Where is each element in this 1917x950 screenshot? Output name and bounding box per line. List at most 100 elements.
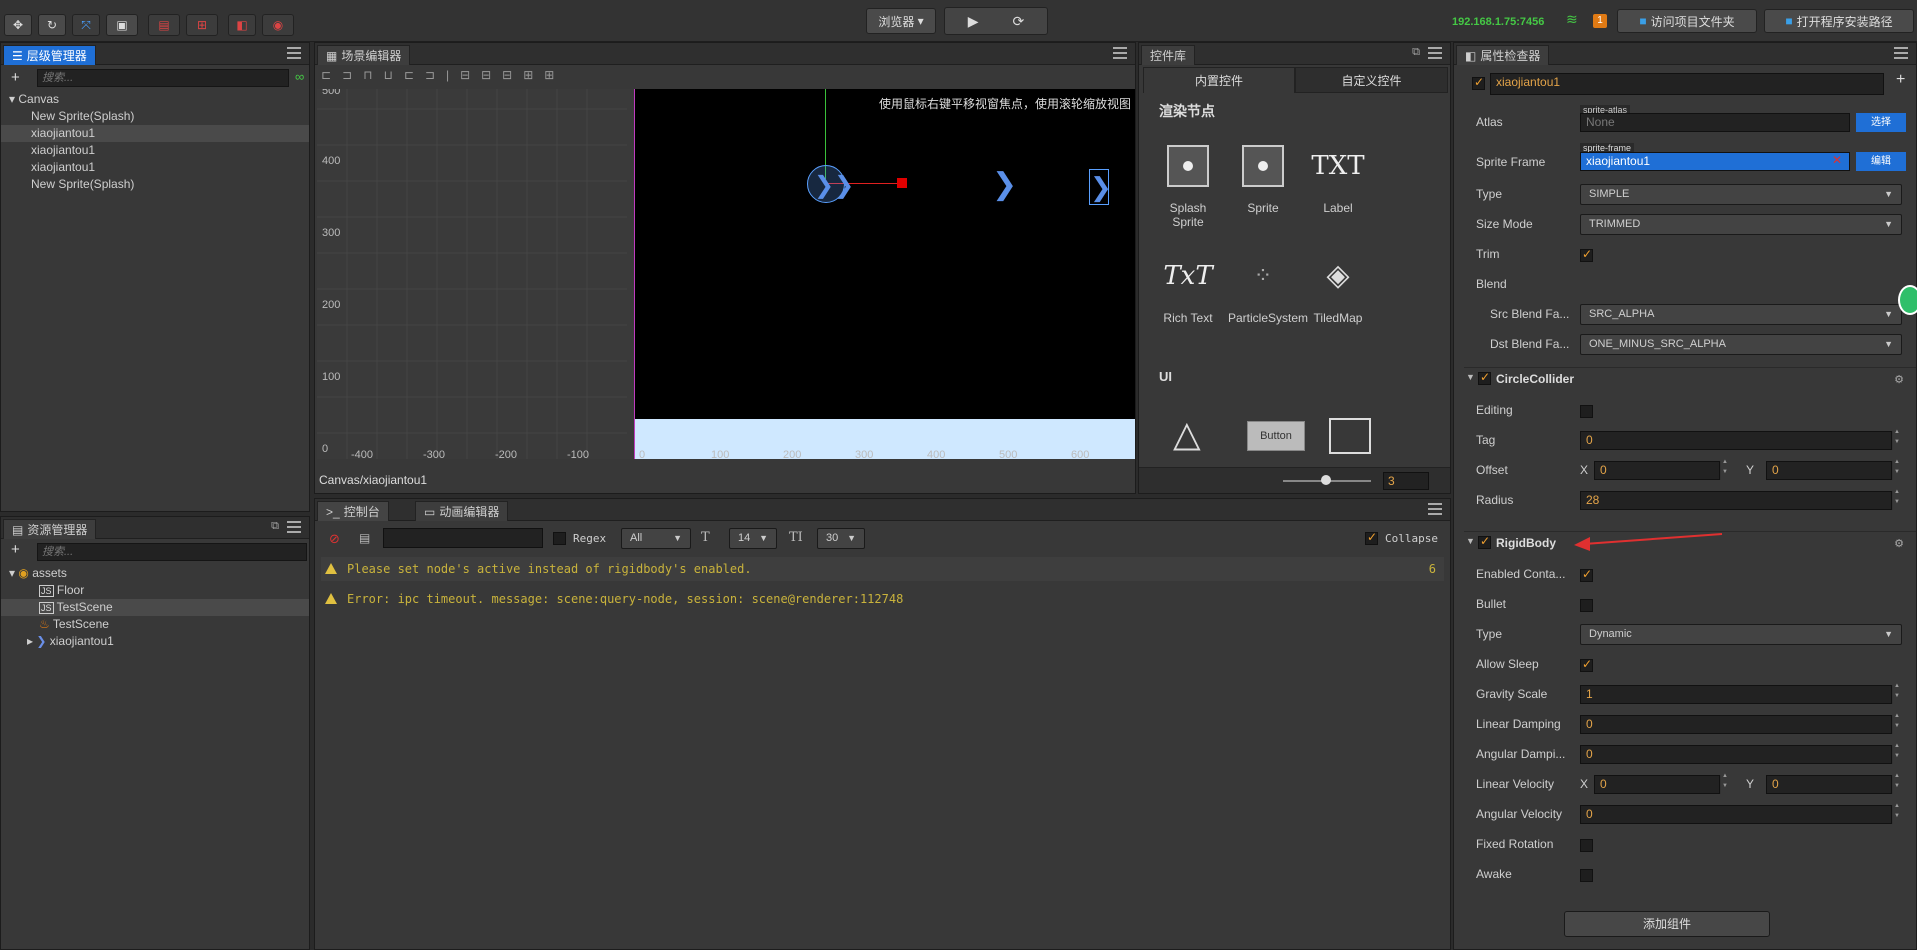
atlas-input[interactable]: None xyxy=(1580,113,1850,132)
radius-stepper[interactable] xyxy=(1892,489,1900,510)
offset-x-input[interactable]: 0 xyxy=(1594,461,1720,480)
tab-controls[interactable]: 控件库 xyxy=(1141,45,1196,65)
src-blend-select[interactable]: SRC_ALPHA xyxy=(1580,304,1902,325)
play-icon[interactable]: ▶ xyxy=(968,13,979,30)
arrow-sprite[interactable]: ❯ xyxy=(992,167,1017,202)
dst-blend-select[interactable]: ONE_MINUS_SRC_ALPHA xyxy=(1580,334,1902,355)
tree-item-canvas[interactable]: ▾ Canvas xyxy=(1,91,309,108)
clear-icon[interactable]: ⊘ xyxy=(329,531,340,547)
control-rich-text[interactable]: TxT Rich Text xyxy=(1153,255,1223,325)
menu-icon[interactable] xyxy=(1428,503,1442,515)
tab-assets[interactable]: ▤ 资源管理器 xyxy=(3,519,97,539)
bullet-checkbox[interactable] xyxy=(1580,599,1593,612)
allow-sleep-checkbox[interactable] xyxy=(1580,657,1593,672)
rb-type-select[interactable]: Dynamic xyxy=(1580,624,1902,645)
add-icon[interactable]: + xyxy=(11,69,20,86)
rotate-tool-button[interactable]: ↻ xyxy=(38,14,66,36)
angular-damping-stepper[interactable] xyxy=(1892,743,1900,764)
frame-icon[interactable]: ◧ xyxy=(228,14,256,36)
control-tiled-map[interactable]: ◈ TiledMap xyxy=(1303,255,1373,325)
file-icon[interactable]: ▤ xyxy=(359,531,370,545)
move-tool-button[interactable]: ✥ xyxy=(4,14,32,36)
tab-scene[interactable]: ▦ 场景编辑器 xyxy=(317,45,411,65)
sprite-frame-edit-button[interactable]: 编辑 xyxy=(1856,152,1906,171)
floating-badge[interactable] xyxy=(1898,285,1917,315)
node-name-input[interactable]: xiaojiantou1 xyxy=(1490,73,1884,95)
popout-icon[interactable]: ⧉ xyxy=(1412,46,1420,59)
editing-checkbox[interactable] xyxy=(1580,405,1593,418)
lv-y-stepper[interactable] xyxy=(1892,773,1900,794)
assets-search-input[interactable]: 搜索... xyxy=(37,543,307,561)
tree-item[interactable]: JS TestScene xyxy=(1,599,309,616)
menu-icon[interactable] xyxy=(287,521,301,533)
control-splash-sprite[interactable]: Splash Sprite xyxy=(1153,145,1223,229)
offset-x-stepper[interactable] xyxy=(1720,459,1728,480)
record-icon[interactable]: ◉ xyxy=(262,14,294,36)
node-active-checkbox[interactable] xyxy=(1472,75,1485,90)
circle-collider-section[interactable]: ▼ CircleCollider ⚙ xyxy=(1464,367,1916,389)
open-install-path-button[interactable]: ■ 打开程序安装路径 xyxy=(1764,9,1914,33)
tree-item[interactable]: xiaojiantou1 xyxy=(1,125,309,142)
tree-item-assets[interactable]: ▾ ◉ assets xyxy=(1,565,309,582)
angular-velocity-stepper[interactable] xyxy=(1892,803,1900,824)
font-size-select[interactable]: 14 xyxy=(729,528,777,549)
circle-collider-enabled-checkbox[interactable] xyxy=(1478,370,1491,385)
arrow-sprite[interactable]: ❯ xyxy=(1089,169,1112,205)
menu-icon[interactable] xyxy=(1894,47,1908,59)
size-mode-select[interactable]: TRIMMED xyxy=(1580,214,1902,235)
linear-damping-input[interactable]: 0 xyxy=(1580,715,1892,734)
angular-velocity-input[interactable]: 0 xyxy=(1580,805,1892,824)
popout-icon[interactable]: ⧉ xyxy=(271,520,279,533)
notification-badge[interactable]: 1 xyxy=(1593,14,1607,28)
gear-icon[interactable]: ⚙ xyxy=(1894,373,1904,386)
awake-checkbox[interactable] xyxy=(1580,869,1593,882)
angular-damping-input[interactable]: 0 xyxy=(1580,745,1892,764)
collapse-arrow-icon[interactable]: ▼ xyxy=(1466,536,1475,546)
open-project-folder-button[interactable]: ■ 访问项目文件夹 xyxy=(1617,9,1757,33)
menu-icon[interactable] xyxy=(287,47,301,59)
line-height-select[interactable]: 30 xyxy=(817,528,865,549)
tab-animation[interactable]: ▭ 动画编辑器 xyxy=(415,501,509,521)
console-line[interactable]: Please set node's active instead of rigi… xyxy=(321,557,1444,581)
trim-checkbox[interactable] xyxy=(1580,247,1593,262)
control-label[interactable]: TXT Label xyxy=(1303,145,1373,215)
grid-icon[interactable]: ⊞ xyxy=(186,14,218,36)
tree-item[interactable]: xiaojiantou1 xyxy=(1,159,309,176)
linear-velocity-x-input[interactable]: 0 xyxy=(1594,775,1720,794)
tag-input[interactable]: 0 xyxy=(1580,431,1892,450)
collapse-arrow-icon[interactable]: ▼ xyxy=(1466,372,1475,382)
tree-item[interactable]: New Sprite(Splash) xyxy=(1,176,309,193)
link-icon[interactable]: ∞ xyxy=(295,69,304,84)
arrow-sprite[interactable]: ❯❯ xyxy=(814,171,854,200)
refresh-icon[interactable]: ⟳ xyxy=(1013,13,1025,30)
control-particle-system[interactable]: ⁘ ParticleSystem xyxy=(1228,255,1308,325)
scene-viewport[interactable]: ❯❯ ❯ ❯ 使用鼠标右键平移视窗焦点，使用滚轮缩放视图 500 400 300… xyxy=(317,89,1135,459)
tree-item[interactable]: ▸ ❯ xiaojiantou1 xyxy=(1,633,309,650)
fixed-rotation-checkbox[interactable] xyxy=(1580,839,1593,852)
lv-x-stepper[interactable] xyxy=(1720,773,1728,794)
scale-handle[interactable] xyxy=(897,178,907,188)
type-select[interactable]: SIMPLE xyxy=(1580,184,1902,205)
layout-icon[interactable] xyxy=(1329,418,1371,454)
hierarchy-search-input[interactable]: 搜索... xyxy=(37,69,289,87)
clear-icon[interactable]: ✕ xyxy=(1832,153,1842,167)
radius-input[interactable]: 28 xyxy=(1580,491,1892,510)
linear-velocity-y-input[interactable]: 0 xyxy=(1766,775,1892,794)
add-icon[interactable]: + xyxy=(11,541,20,558)
gear-icon[interactable]: ⚙ xyxy=(1894,537,1904,550)
add-icon[interactable]: + xyxy=(1896,71,1905,89)
tab-inspector[interactable]: ◧ 属性检查器 xyxy=(1456,45,1550,65)
tab-hierarchy[interactable]: ☰ 层级管理器 xyxy=(3,45,96,65)
offset-y-input[interactable]: 0 xyxy=(1766,461,1892,480)
gravity-input[interactable]: 1 xyxy=(1580,685,1892,704)
offset-y-stepper[interactable] xyxy=(1892,459,1900,480)
control-sprite[interactable]: Sprite xyxy=(1228,145,1298,215)
browser-select[interactable]: 浏览器 ▾ xyxy=(866,8,936,34)
tag-stepper[interactable] xyxy=(1892,429,1900,450)
console-filter-input[interactable] xyxy=(383,528,543,548)
gravity-stepper[interactable] xyxy=(1892,683,1900,704)
add-component-button[interactable]: 添加组件 xyxy=(1564,911,1770,937)
linear-damping-stepper[interactable] xyxy=(1892,713,1900,734)
rect-tool-button[interactable]: ▣ xyxy=(106,14,138,36)
zoom-slider-thumb[interactable] xyxy=(1321,475,1331,485)
